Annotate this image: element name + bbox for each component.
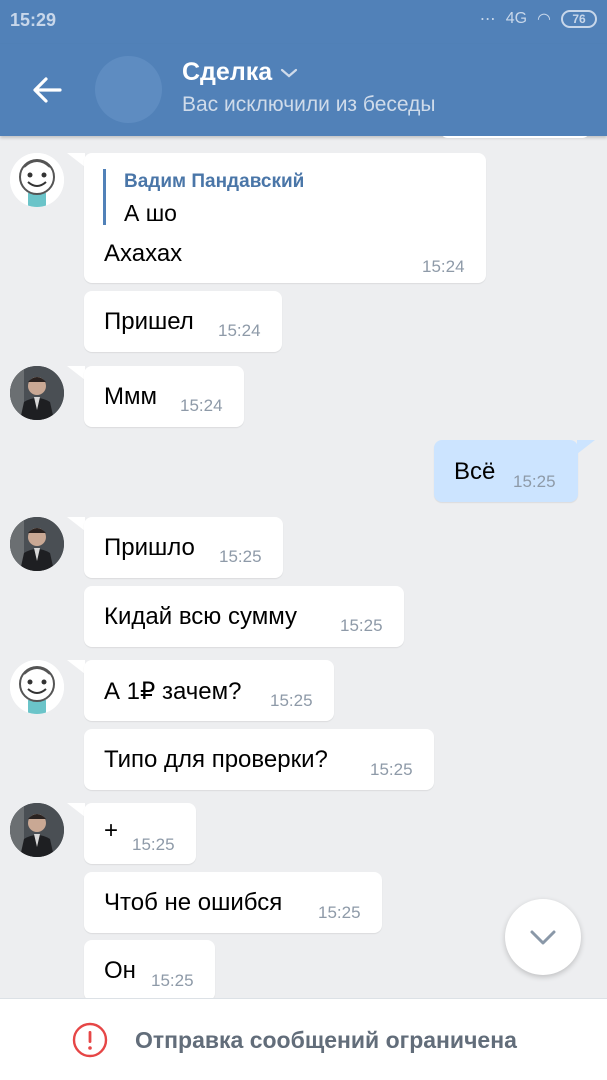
signal-icon: ⋯ <box>479 11 496 28</box>
message-bubble[interactable]: + 15:25 <box>84 803 196 864</box>
wifi-icon: ◠ <box>537 11 551 28</box>
message-list[interactable]: Вадим Пандавский А шо Ахахах 15:24 Прише… <box>0 136 607 998</box>
chat-title-text: Сделка <box>182 58 273 86</box>
message-text: Всё <box>454 458 496 485</box>
message-time: 15:25 <box>132 835 175 854</box>
message-time: 15:24 <box>218 321 261 340</box>
message-time: 15:25 <box>370 760 413 779</box>
message-text: Чтоб не ошибся <box>104 889 283 916</box>
status-time: 15:29 <box>10 10 57 30</box>
restriction-message: Отправка сообщений ограничена <box>135 1027 517 1053</box>
message-bubble-partial <box>440 136 590 138</box>
message-time: 15:24 <box>422 257 465 276</box>
chevron-down-icon <box>530 930 556 945</box>
user-photo-icon <box>10 366 64 420</box>
message-time: 15:25 <box>151 971 194 990</box>
back-arrow-icon[interactable] <box>30 73 64 107</box>
message-time: 15:25 <box>270 691 313 710</box>
message-bubble[interactable]: Ммм 15:24 <box>84 366 244 427</box>
chat-avatar[interactable] <box>95 56 162 123</box>
message-time: 15:24 <box>180 396 223 415</box>
message-bubble[interactable]: Он 15:25 <box>84 940 215 998</box>
user-photo-icon <box>10 803 64 857</box>
bubble-tail <box>67 366 85 380</box>
composer-restricted-bar: Отправка сообщений ограничена <box>0 998 607 1080</box>
status-bar: 15:29 ⋯ 4G ◠ 76 <box>0 0 607 44</box>
chat-subtitle: Вас исключили из беседы <box>182 93 436 116</box>
chevron-down-icon[interactable] <box>280 67 298 79</box>
sender-avatar[interactable] <box>10 153 64 207</box>
message-bubble[interactable]: Вадим Пандавский А шо Ахахах 15:24 <box>84 153 486 283</box>
message-bubble[interactable]: Кидай всю сумму 15:25 <box>84 586 404 647</box>
message-time: 15:25 <box>219 547 262 566</box>
message-text: Ахахах <box>104 240 183 267</box>
status-icons: ⋯ 4G ◠ 76 <box>480 9 597 29</box>
reply-quote-bar <box>103 169 106 225</box>
warning-icon <box>72 1022 108 1058</box>
message-text: Он <box>104 957 136 984</box>
message-time: 15:25 <box>513 472 556 491</box>
message-bubble[interactable]: Пришел 15:24 <box>84 291 282 352</box>
message-time: 15:25 <box>318 903 361 922</box>
message-bubble[interactable]: Типо для проверки? 15:25 <box>84 729 434 790</box>
sender-avatar[interactable] <box>10 660 64 714</box>
sender-avatar[interactable] <box>10 803 64 857</box>
message-text: Пришел <box>104 308 194 335</box>
message-text: Кидай всю сумму <box>104 603 297 630</box>
message-text: Ммм <box>104 383 157 410</box>
message-bubble[interactable]: Чтоб не ошибся 15:25 <box>84 872 382 933</box>
smiley-avatar-icon <box>10 153 64 207</box>
bubble-tail <box>67 660 85 674</box>
message-text: А 1₽ зачем? <box>104 678 242 705</box>
user-photo-icon <box>10 517 64 571</box>
bubble-tail <box>67 803 85 817</box>
reply-text: А шо <box>124 200 177 226</box>
sender-avatar[interactable] <box>10 517 64 571</box>
network-label: 4G <box>505 10 528 27</box>
bubble-tail <box>67 517 85 531</box>
chat-title[interactable]: Сделка <box>182 58 298 87</box>
outgoing-message-bubble[interactable]: Всё 15:25 <box>434 440 578 502</box>
scroll-to-bottom-button[interactable] <box>505 899 581 975</box>
message-time: 15:25 <box>340 616 383 635</box>
message-bubble[interactable]: Пришло 15:25 <box>84 517 283 578</box>
chat-header: Сделка Вас исключили из беседы <box>0 44 607 136</box>
message-bubble[interactable]: А 1₽ зачем? 15:25 <box>84 660 334 721</box>
message-text: + <box>104 817 119 844</box>
message-text: Типо для проверки? <box>104 746 328 773</box>
message-text: Пришло <box>104 534 195 561</box>
battery-icon: 76 <box>561 10 597 28</box>
smiley-avatar-icon <box>10 660 64 714</box>
sender-avatar[interactable] <box>10 366 64 420</box>
bubble-tail <box>67 153 85 167</box>
reply-author[interactable]: Вадим Пандавский <box>124 171 304 193</box>
bubble-tail <box>577 440 595 454</box>
